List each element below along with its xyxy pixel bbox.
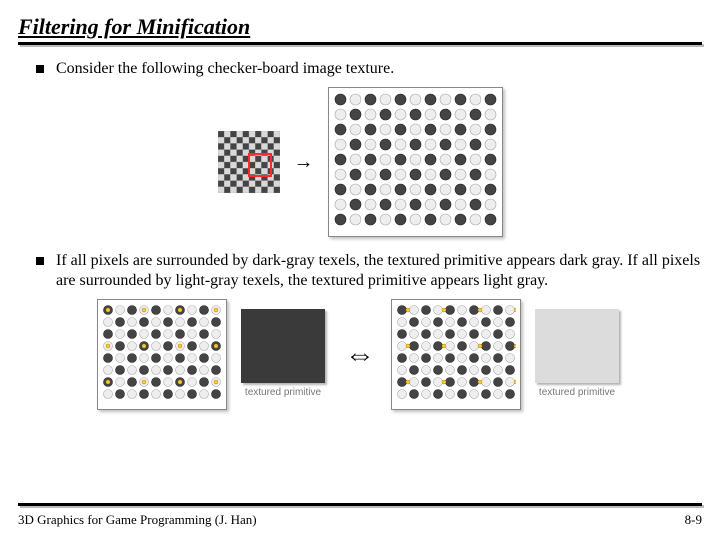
bullet-2: If all pixels are surrounded by dark-gra… — [36, 251, 702, 291]
footer-right: 8-9 — [685, 512, 702, 528]
region-highlight-box — [248, 153, 272, 177]
footer-left: 3D Graphics for Game Programming (J. Han… — [18, 512, 257, 528]
dark-primitive: textured primitive — [237, 309, 329, 401]
figure-row-2: textured primitive ⇔ textured primitive — [18, 299, 702, 410]
checkerboard-thumbnail — [218, 131, 280, 193]
bullet-1-text: Consider the following checker-board ima… — [56, 59, 394, 79]
texel-grid-svg — [333, 92, 498, 227]
dark-primitive-label: textured primitive — [245, 387, 321, 398]
texel-grid-light-sample — [391, 299, 521, 410]
texel-grid-dark-sample — [97, 299, 227, 410]
dark-primitive-square — [241, 309, 325, 383]
arrow-right-icon: → — [294, 151, 314, 174]
bullet-2-text: If all pixels are surrounded by dark-gra… — [56, 251, 702, 291]
light-primitive-square — [535, 309, 619, 383]
slide-title: Filtering for Minification — [18, 14, 702, 40]
title-rule — [18, 42, 702, 45]
texel-grid-light-svg — [396, 304, 516, 400]
bullet-marker-icon — [36, 65, 44, 73]
slide: Filtering for Minification Consider the … — [0, 0, 720, 540]
double-arrow-icon: ⇔ — [345, 338, 375, 372]
texel-grid-dark-svg — [102, 304, 222, 400]
texel-grid-zoom — [328, 87, 503, 237]
bullet-marker-icon — [36, 257, 44, 265]
light-primitive-label: textured primitive — [539, 387, 615, 398]
footer-rule — [18, 503, 702, 506]
bullet-1: Consider the following checker-board ima… — [36, 59, 702, 79]
figure-row-1: → — [18, 87, 702, 237]
light-primitive: textured primitive — [531, 309, 623, 401]
